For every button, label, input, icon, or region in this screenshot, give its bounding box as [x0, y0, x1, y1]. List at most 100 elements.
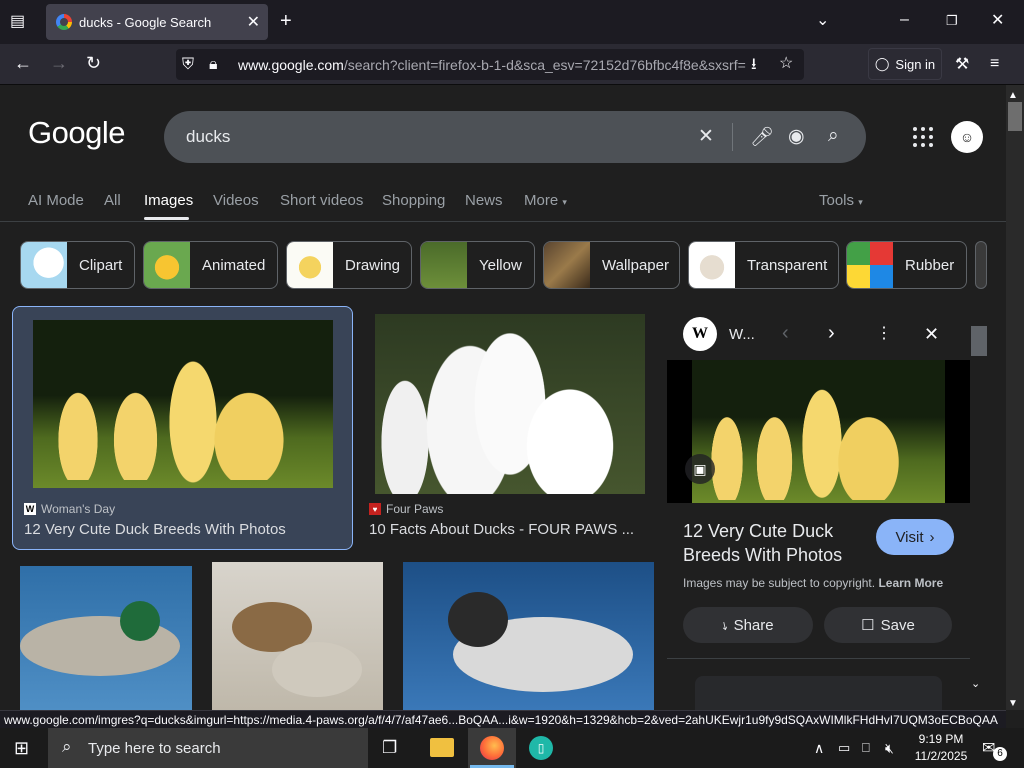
result-source: W Woman's Day	[24, 502, 115, 516]
sign-in-button[interactable]: ◯ Sign in	[868, 48, 942, 80]
copyright-notice: Images may be subject to copyright. Lear…	[683, 576, 943, 590]
taskbar-search[interactable]: ⌕ Type here to search	[48, 728, 368, 768]
tab-videos[interactable]: Videos	[213, 192, 259, 209]
yellow-duck-thumbnail	[421, 242, 467, 288]
duck-pair-image[interactable]	[212, 562, 383, 710]
chip-wallpaper[interactable]: Wallpaper	[543, 241, 680, 289]
chip-transparent[interactable]: Transparent	[688, 241, 839, 289]
next-image-icon[interactable]: ›	[828, 323, 835, 343]
notification-count-badge: 6	[993, 747, 1007, 761]
result-title[interactable]: 10 Facts About Ducks - FOUR PAWS ...	[369, 521, 634, 538]
learn-more-link[interactable]: Learn More	[878, 576, 943, 590]
voice-search-icon[interactable]: 🎤︎	[750, 125, 774, 149]
phone-link-icon[interactable]: ▯	[529, 736, 553, 760]
chip-drawing[interactable]: Drawing	[286, 241, 412, 289]
result-source: ♥ Four Paws	[369, 502, 443, 516]
tab-ai-mode[interactable]: AI Mode	[28, 192, 84, 209]
url-bar[interactable]: www.google.com/search?client=firefox-b-1…	[176, 49, 804, 80]
google-apps-icon[interactable]	[913, 127, 933, 147]
page-scrollbar-thumb[interactable]	[1008, 102, 1022, 131]
chip-animated[interactable]: Animated	[143, 241, 278, 289]
browser-tab[interactable]: ducks - Google Search ✕	[46, 4, 268, 40]
ducklings-image[interactable]	[33, 320, 333, 488]
tools-button[interactable]: Tools ▾	[819, 192, 863, 209]
save-to-pocket-icon[interactable]: ⭳	[751, 55, 757, 75]
preview-title-line-1[interactable]: 12 Very Cute Duck	[683, 521, 833, 542]
search-icon[interactable]: ⌕	[828, 125, 839, 147]
result-title[interactable]: 12 Very Cute Duck Breeds With Photos	[24, 521, 286, 538]
tracking-shield-icon[interactable]: ⛨	[182, 55, 194, 75]
panel-scroll-down-icon[interactable]: ⌄	[971, 674, 980, 694]
avatar[interactable]: ☺	[951, 121, 983, 153]
mallard-duck-image[interactable]	[20, 566, 192, 710]
tab-overflow-chevron-icon[interactable]: ⌄	[816, 11, 829, 31]
tab-strip: ▤ ducks - Google Search ✕ + ⌄ – ❐ ✕	[0, 0, 1024, 44]
show-hidden-icons-chevron-icon[interactable]: ∧	[814, 738, 824, 758]
tab-news[interactable]: News	[465, 192, 503, 209]
animated-duck-thumbnail	[144, 242, 190, 288]
battery-icon[interactable]: ▭	[838, 738, 850, 758]
close-panel-icon[interactable]: ✕	[924, 324, 939, 344]
lock-icon[interactable]: 🔒︎	[209, 55, 218, 75]
panel-next-section	[695, 676, 942, 710]
previous-image-icon[interactable]: ‹	[782, 323, 789, 343]
chip-yellow[interactable]: Yellow	[420, 241, 535, 289]
minimize-icon[interactable]: –	[900, 10, 909, 30]
forward-icon[interactable]: →	[50, 53, 68, 73]
new-tab-icon[interactable]: +	[280, 11, 292, 31]
clock-time[interactable]: 9:19 PM	[918, 732, 964, 746]
search-query[interactable]: ducks	[186, 127, 230, 147]
chip-overflow[interactable]	[975, 241, 987, 289]
chevron-right-icon: ›	[929, 528, 935, 546]
windows-start-icon[interactable]: ⊞	[14, 738, 29, 758]
volume-muted-icon[interactable]: 🔇︎	[885, 738, 894, 758]
transparent-duck-thumbnail	[689, 242, 735, 288]
wallpaper-ducks-thumbnail	[544, 242, 590, 288]
white-ducks-image[interactable]	[375, 314, 645, 494]
chip-label: Yellow	[479, 256, 522, 274]
preview-title-line-2[interactable]: Breeds With Photos	[683, 545, 842, 566]
preview-image[interactable]: ▣	[667, 360, 970, 503]
task-view-icon[interactable]: ❐	[382, 738, 397, 758]
share-label: Share	[733, 616, 774, 634]
visit-button[interactable]: Visit ›	[876, 519, 954, 555]
tab-all[interactable]: All	[104, 192, 121, 209]
file-explorer-icon[interactable]	[430, 738, 454, 757]
panel-scrollbar[interactable]	[971, 326, 987, 356]
lens-search-icon[interactable]: ◉	[788, 125, 805, 148]
panel-divider	[667, 658, 970, 659]
google-logo[interactable]: Google	[28, 115, 125, 151]
tab-images[interactable]: Images	[144, 192, 193, 209]
page-scroll-down-icon[interactable]: ▼	[1008, 694, 1018, 714]
bufflehead-duck-image[interactable]	[403, 562, 654, 710]
status-url-bar: www.google.com/imgres?q=ducks&imgurl=htt…	[0, 710, 1006, 729]
clear-search-icon[interactable]: ✕	[698, 125, 714, 148]
menu-icon[interactable]: ≡	[990, 54, 999, 74]
source-name: Woman's Day	[41, 502, 116, 516]
save-button[interactable]: ☐ Save	[824, 607, 952, 643]
taskbar-search-placeholder: Type here to search	[88, 739, 221, 757]
tab-list-icon[interactable]: ▤	[10, 12, 25, 32]
network-icon[interactable]: ⎕	[862, 738, 870, 758]
window-close-icon[interactable]: ✕	[991, 11, 1004, 31]
restore-icon[interactable]: ❐	[946, 11, 958, 31]
close-tab-icon[interactable]: ✕	[247, 12, 260, 32]
chip-rubber[interactable]: Rubber	[846, 241, 967, 289]
back-icon[interactable]: ←	[14, 53, 32, 73]
site-logo[interactable]: W	[683, 317, 717, 351]
reload-icon[interactable]: ↻	[86, 53, 101, 73]
firefox-icon[interactable]	[468, 728, 516, 768]
extensions-icon[interactable]: ⚒	[955, 55, 969, 75]
tab-short-videos[interactable]: Short videos	[280, 192, 363, 209]
chip-clipart[interactable]: Clipart	[20, 241, 135, 289]
bookmark-star-icon[interactable]: ☆	[779, 54, 793, 74]
more-options-icon[interactable]: ⋮	[876, 324, 892, 344]
clock-date[interactable]: 11/2/2025	[912, 749, 970, 763]
share-button[interactable]: ⭏ Share	[683, 607, 813, 643]
url-host: www.google.com	[238, 56, 344, 73]
tab-more[interactable]: More ▾	[524, 192, 567, 209]
site-name[interactable]: W...	[729, 326, 755, 343]
search-box[interactable]: ducks ✕ 🎤︎ ◉ ⌕	[164, 111, 866, 163]
lens-visual-search-icon[interactable]: ▣	[685, 454, 715, 484]
tab-shopping[interactable]: Shopping	[382, 192, 445, 209]
